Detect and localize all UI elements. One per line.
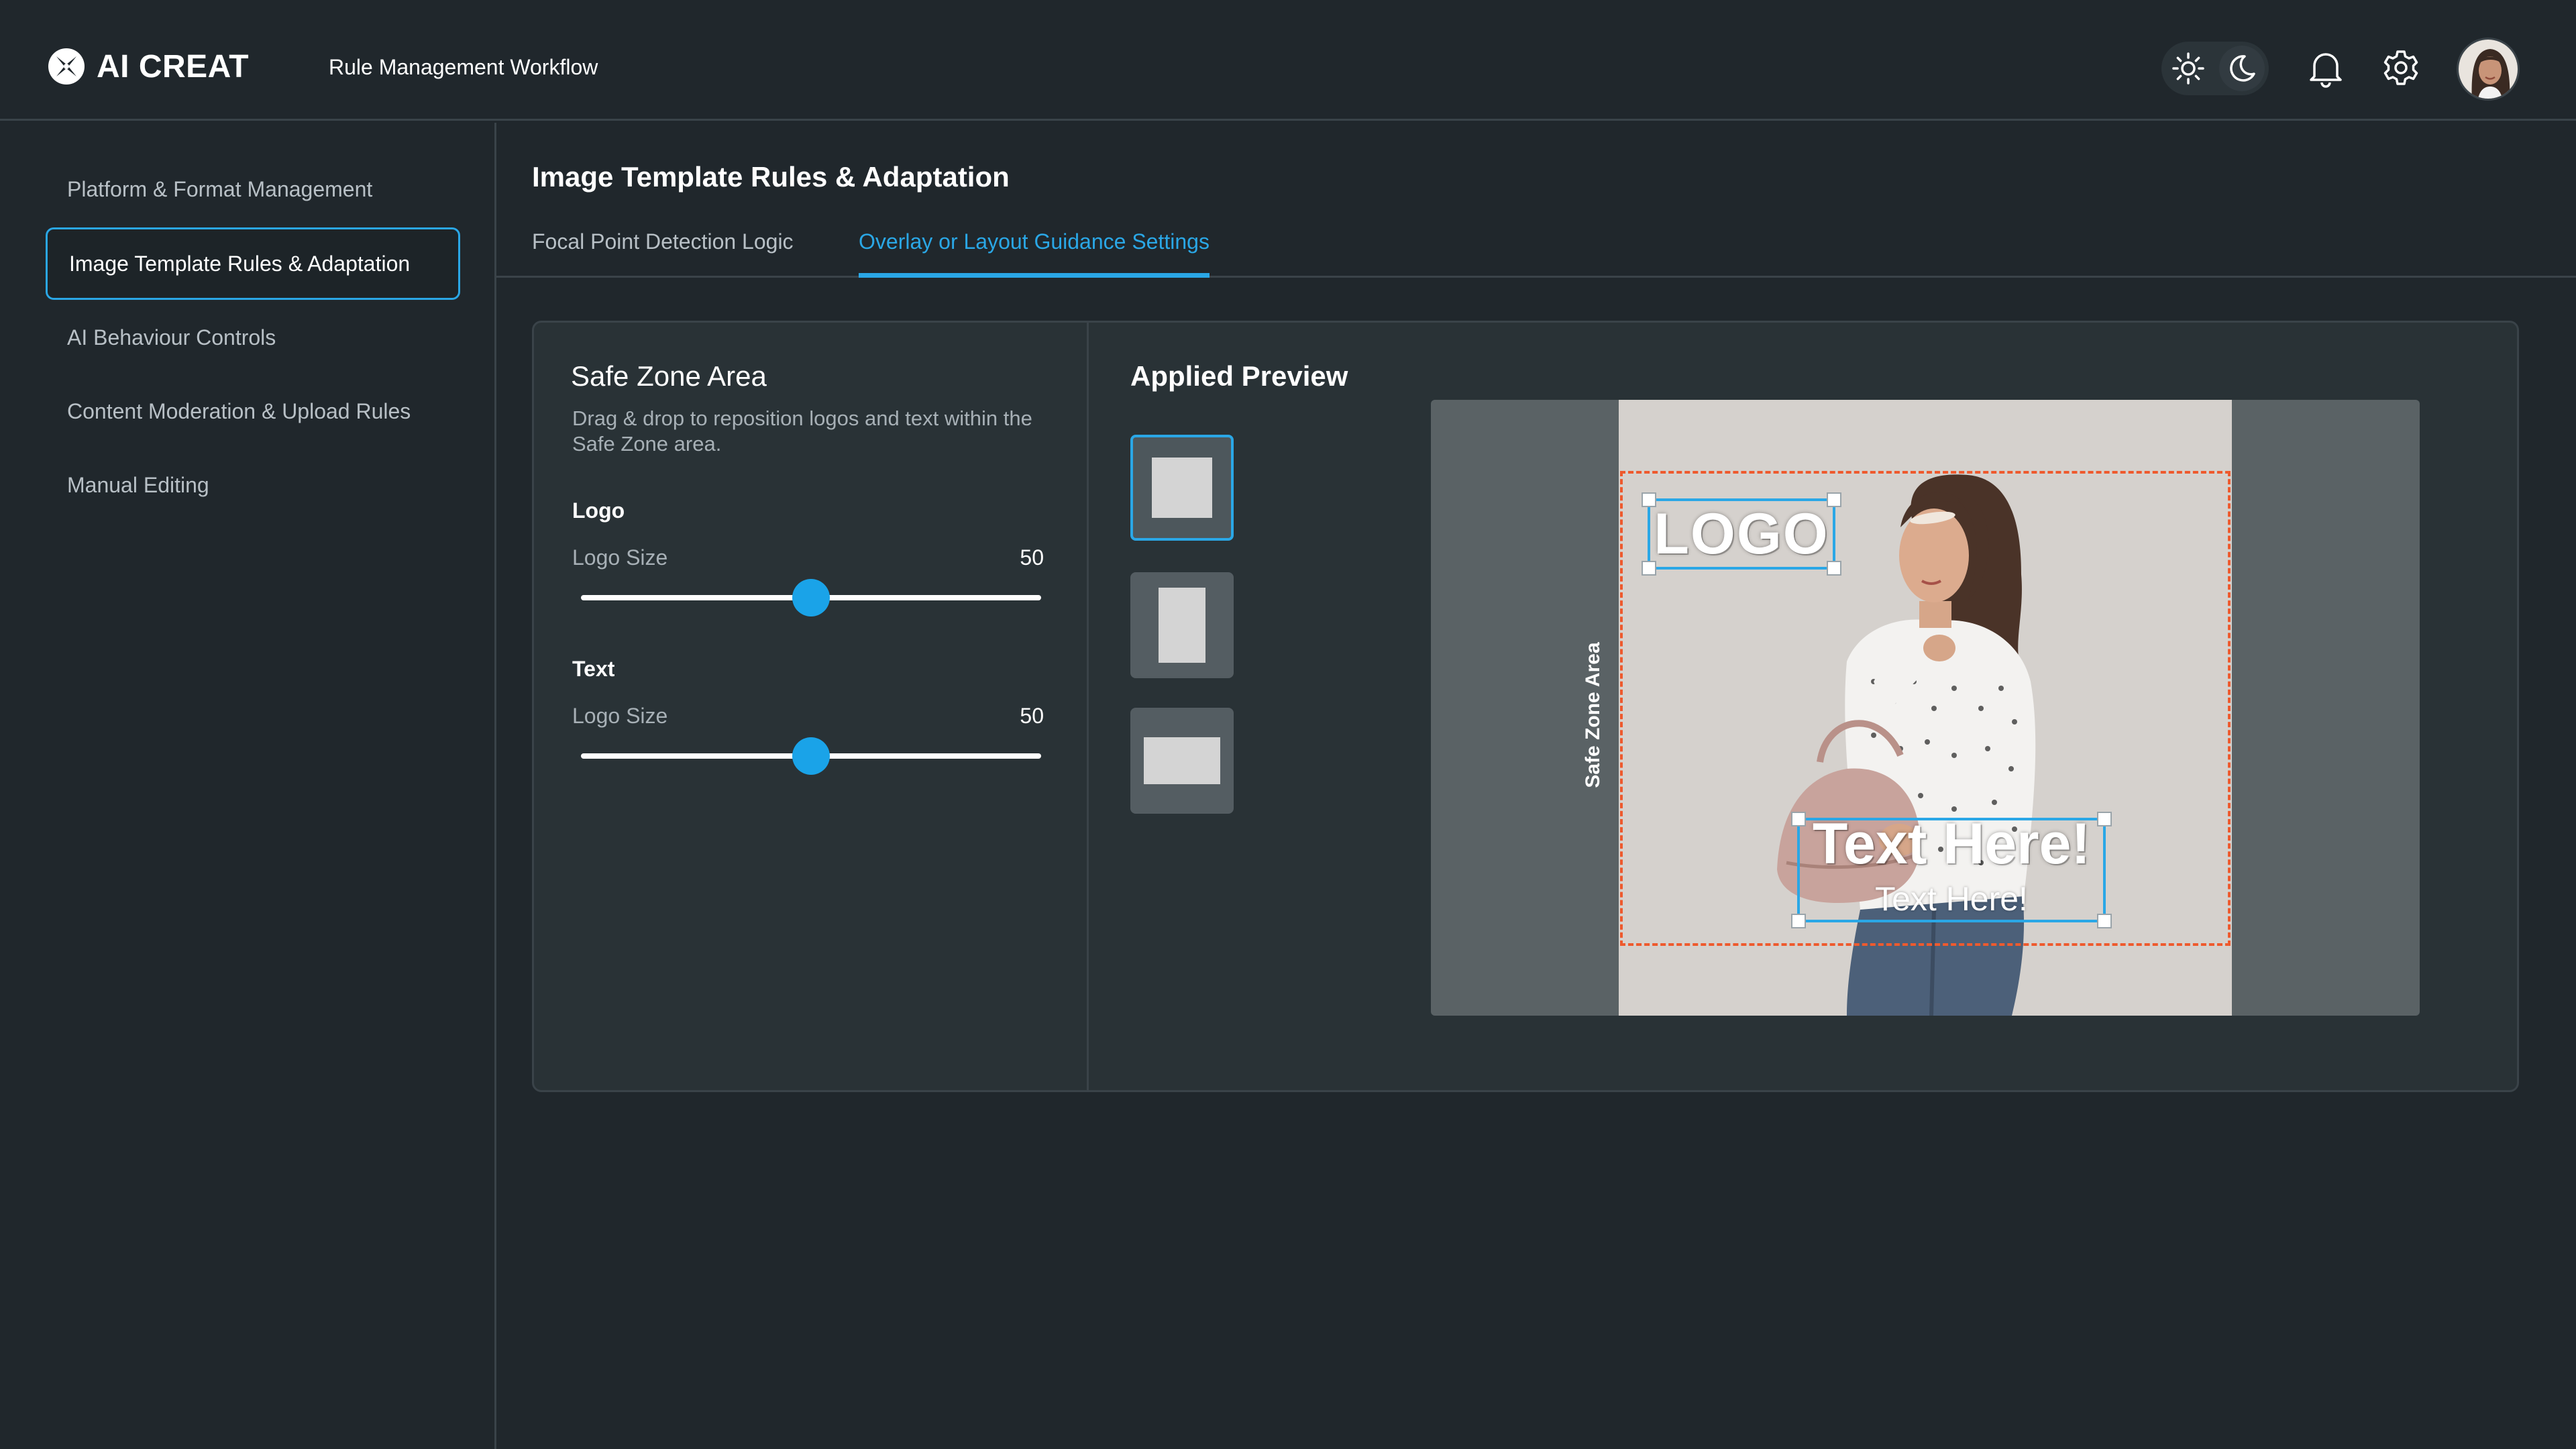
logo-size-slider[interactable] xyxy=(581,579,1041,616)
text-group-label: Text xyxy=(572,657,615,681)
text-resize-handle-top-right[interactable] xyxy=(2097,812,2112,826)
brand-name: AI CREAT xyxy=(97,48,250,85)
preview-canvas: Safe Zone Area LOGO Text Here! Text Here… xyxy=(1431,400,2420,1016)
text-size-slider[interactable] xyxy=(581,737,1041,775)
text-size-slider-thumb[interactable] xyxy=(792,737,830,775)
text-resize-handle-bottom-right[interactable] xyxy=(2097,914,2112,928)
format-square-button[interactable] xyxy=(1130,435,1234,541)
page-title: Image Template Rules & Adaptation xyxy=(532,161,1010,193)
sidebar-item-platform-format[interactable]: Platform & Format Management xyxy=(46,153,460,225)
moon-icon xyxy=(2230,55,2255,82)
notifications-button[interactable] xyxy=(2304,46,2348,90)
logo-size-label: Logo Size xyxy=(572,545,668,570)
header-title: Rule Management Workflow xyxy=(329,55,598,79)
logo-size-slider-thumb[interactable] xyxy=(792,579,830,616)
tab-bar: Focal Point Detection Logic Overlay or L… xyxy=(496,225,2576,278)
text-size-value: 50 xyxy=(1020,704,1044,728)
logo-overlay-text: LOGO xyxy=(1654,501,1829,566)
avatar[interactable] xyxy=(2457,38,2520,101)
bell-icon xyxy=(2310,53,2342,88)
overlay-subline: Text Here! xyxy=(1875,880,2028,918)
text-resize-handle-bottom-left[interactable] xyxy=(1791,914,1806,928)
sidebar: Platform & Format Management Image Templ… xyxy=(0,123,496,1449)
top-header: AI CREAT Rule Management Workflow xyxy=(0,0,2576,121)
square-format-icon xyxy=(1152,458,1212,518)
tab-focal-point-detection[interactable]: Focal Point Detection Logic xyxy=(532,225,794,278)
sidebar-item-content-moderation[interactable]: Content Moderation & Upload Rules xyxy=(46,375,460,447)
applied-preview-title: Applied Preview xyxy=(1130,360,1348,392)
theme-toggle[interactable] xyxy=(2161,42,2269,95)
tab-overlay-layout-guidance[interactable]: Overlay or Layout Guidance Settings xyxy=(859,225,1210,278)
logo-resize-handle-top-right[interactable] xyxy=(1827,492,1841,507)
logo-resize-handle-bottom-left[interactable] xyxy=(1642,561,1656,576)
dark-mode-button[interactable] xyxy=(2219,46,2265,91)
logo-resize-handle-bottom-right[interactable] xyxy=(1827,561,1841,576)
text-overlay[interactable]: Text Here! Text Here! xyxy=(1791,812,2112,928)
format-portrait-button[interactable] xyxy=(1130,572,1234,678)
light-mode-button[interactable] xyxy=(2165,46,2211,91)
user-avatar-image xyxy=(2459,40,2518,99)
safe-zone-description: Drag & drop to reposition logos and text… xyxy=(572,407,1032,455)
landscape-format-icon xyxy=(1144,737,1220,784)
logo-overlay[interactable]: LOGO xyxy=(1642,492,1841,576)
brand-logo-icon xyxy=(48,48,85,85)
portrait-format-icon xyxy=(1159,588,1205,663)
sidebar-item-manual-editing[interactable]: Manual Editing xyxy=(46,449,460,521)
gear-icon xyxy=(2383,50,2418,85)
safe-zone-vertical-label: Safe Zone Area xyxy=(1582,642,1604,788)
brand[interactable]: AI CREAT xyxy=(47,46,249,87)
settings-button[interactable] xyxy=(2379,46,2423,90)
logo-resize-handle-top-left[interactable] xyxy=(1642,492,1656,507)
text-resize-handle-top-left[interactable] xyxy=(1791,812,1806,826)
overlay-headline: Text Here! xyxy=(1812,812,2091,876)
sun-icon xyxy=(2172,52,2204,85)
text-size-label: Logo Size xyxy=(572,704,668,728)
sidebar-item-image-template-rules[interactable]: Image Template Rules & Adaptation xyxy=(46,227,460,300)
logo-group-label: Logo xyxy=(572,498,625,523)
logo-size-value: 50 xyxy=(1020,545,1044,570)
sidebar-item-ai-behaviour[interactable]: AI Behaviour Controls xyxy=(46,301,460,374)
safe-zone-title: Safe Zone Area xyxy=(571,360,767,392)
settings-card: Safe Zone Area Drag & drop to reposition… xyxy=(532,321,2519,1092)
format-landscape-button[interactable] xyxy=(1130,708,1234,814)
card-divider xyxy=(1087,323,1089,1090)
